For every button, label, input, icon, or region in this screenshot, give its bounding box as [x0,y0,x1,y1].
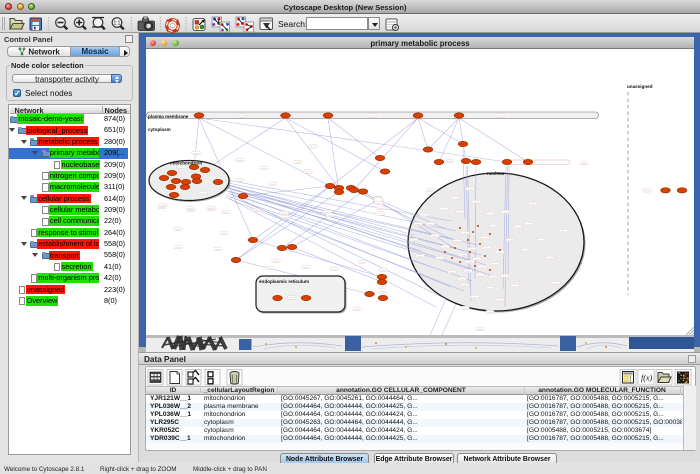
svg-text:cytoplasm: cytoplasm [148,127,171,132]
svg-text:mitochondrion: mitochondrion [170,161,202,166]
svg-text:1:1: 1:1 [114,21,121,27]
svg-text:nucleus: nucleus [487,171,505,176]
svg-text:unassigned: unassigned [627,84,653,89]
svg-text:f(x): f(x) [641,374,652,383]
svg-text:endoplasmic reticulum: endoplasmic reticulum [259,279,309,284]
svg-text:plasma membrane: plasma membrane [148,114,189,119]
